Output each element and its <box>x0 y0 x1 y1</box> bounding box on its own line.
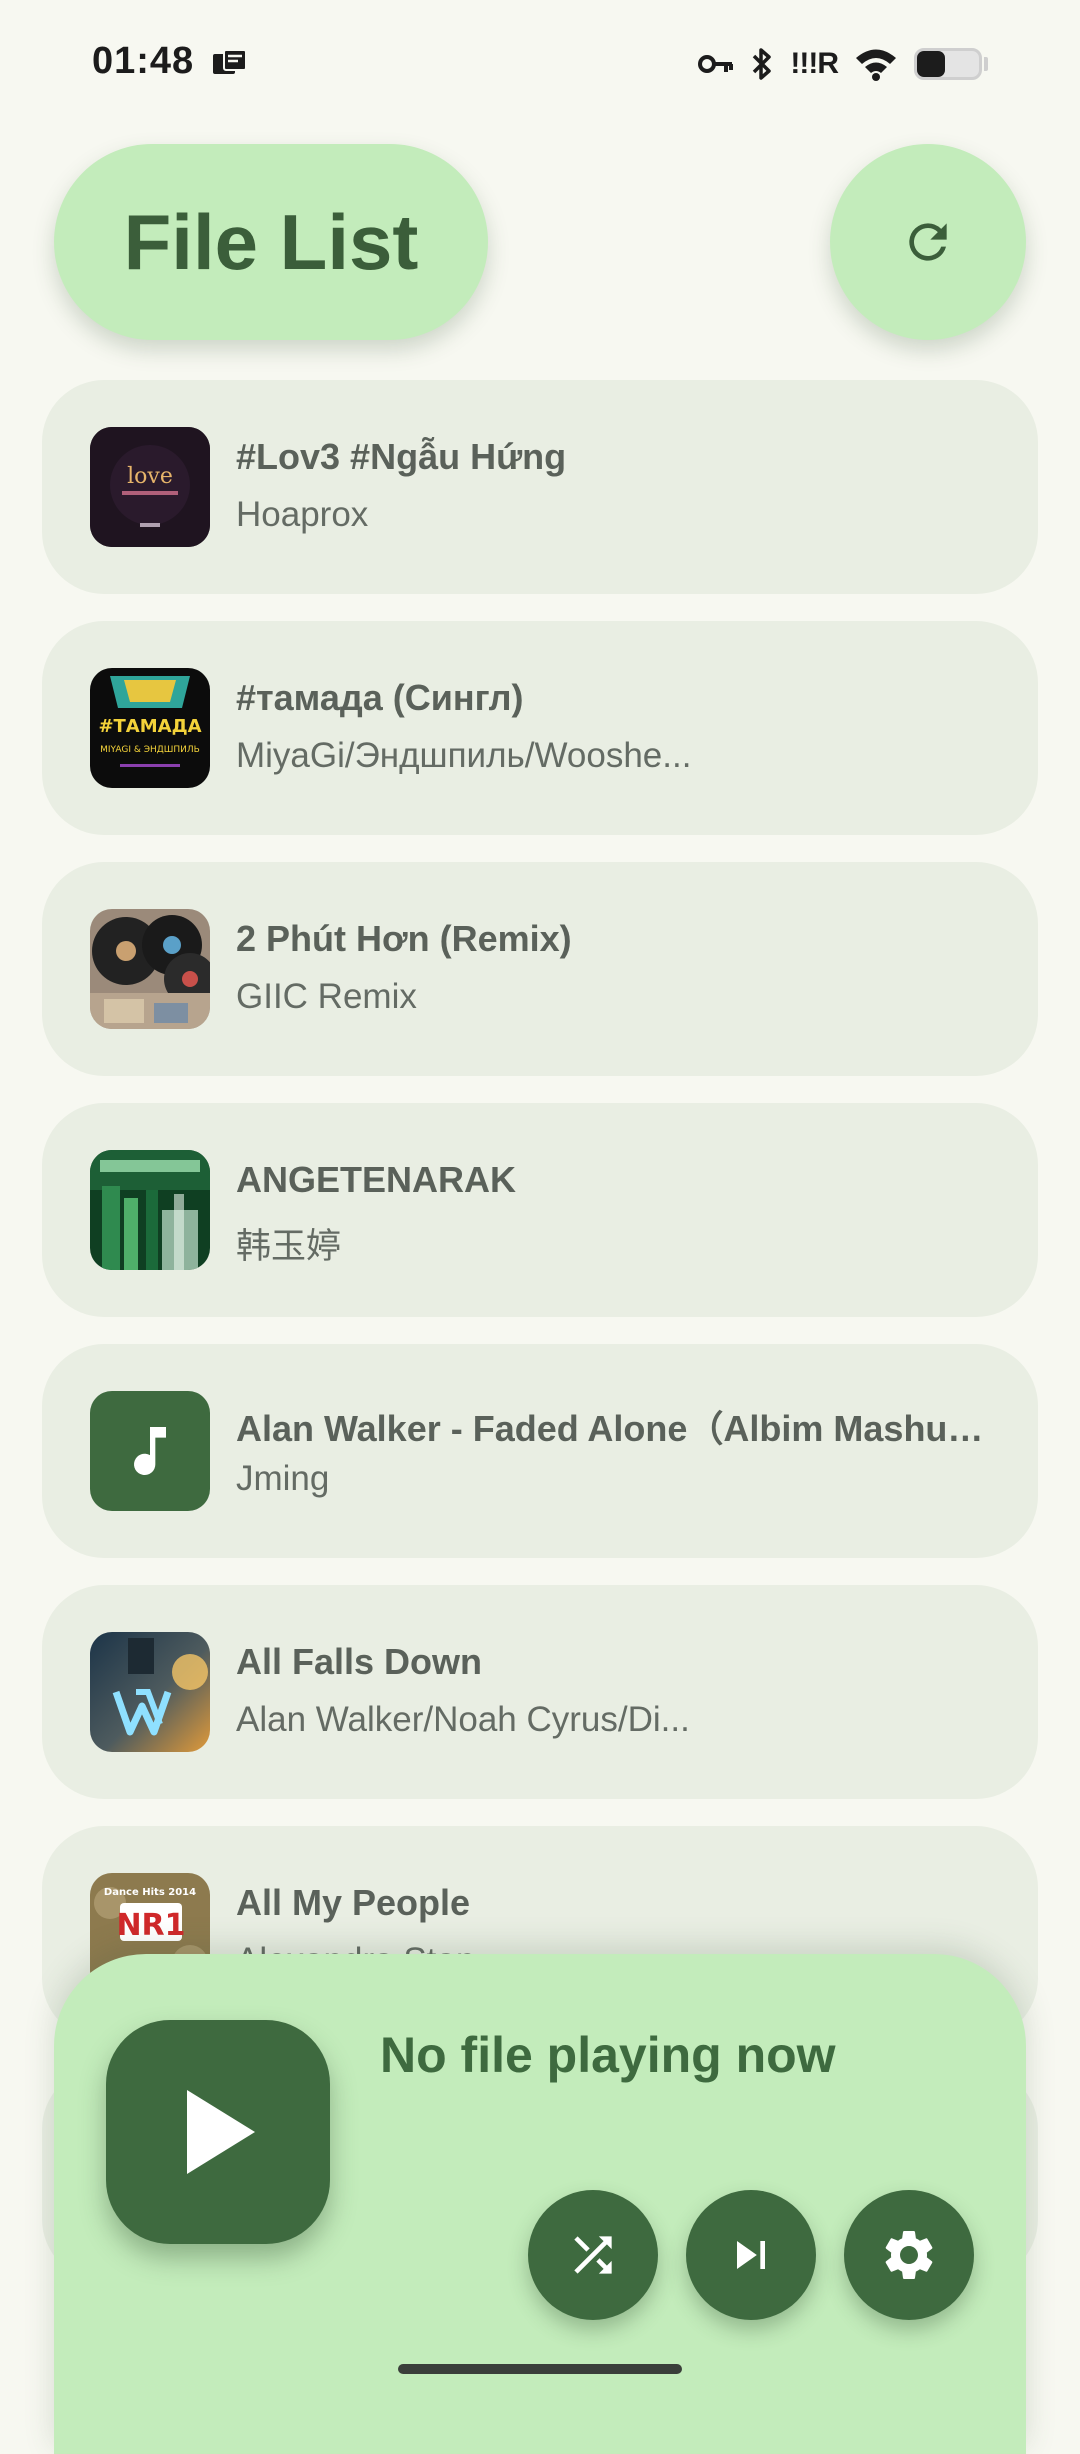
item-title: 2 Phút Hơn (Remix) <box>236 918 572 959</box>
item-title: All My People <box>236 1882 471 1923</box>
list-item[interactable]: ANGETENARAK 韩玉婷 <box>42 1103 1038 1317</box>
skip-next-icon <box>737 2241 765 2269</box>
thumb-nr1-text: NR1 <box>116 1908 185 1943</box>
page-title-pill: File List <box>54 144 488 340</box>
item-title: Alan Walker - Faded Alone（Albim Mashup .… <box>236 1408 996 1449</box>
status-icons: !!!R <box>698 44 988 84</box>
thumb-tamada-text: #ТАМАДА <box>98 716 201 737</box>
settings-icon <box>885 2231 933 2279</box>
battery-cap <box>984 57 988 71</box>
status-time: 01:48 <box>92 40 195 82</box>
album-art-tamada: #ТАМАДА MIYAGI & ЭНДШПИЛЬ <box>90 668 210 788</box>
list-item[interactable]: 2 Phút Hơn (Remix) GIIC Remix <box>42 862 1038 1076</box>
thumb-lov3-text: love <box>127 464 173 489</box>
bluetooth-icon <box>753 48 772 80</box>
list-item[interactable]: All Falls Down Alan Walker/Noah Cyrus/Di… <box>42 1585 1038 1799</box>
thumb-tamada-sub: MIYAGI & ЭНДШПИЛЬ <box>100 745 200 755</box>
item-title: #тамада (Сингл) <box>236 677 524 718</box>
item-title: All Falls Down <box>236 1641 483 1682</box>
signal-icon: !!!R <box>790 47 839 80</box>
status-bar: 01:48 !!!R <box>0 0 1080 130</box>
skip-next-button[interactable] <box>686 2190 816 2320</box>
vpn-key-icon <box>698 55 734 73</box>
player-panel: No file playing now <box>54 1954 1026 2454</box>
music-note-icon <box>90 1391 210 1511</box>
album-art-vinyl <box>90 909 210 1029</box>
home-indicator[interactable] <box>398 2364 682 2374</box>
play-icon <box>187 2090 255 2174</box>
item-title: #Lov3 #Ngẫu Hứng <box>236 436 567 477</box>
item-artist: GIIC Remix <box>236 977 417 1016</box>
shuffle-button[interactable] <box>528 2190 658 2320</box>
notification-icon <box>213 49 247 74</box>
item-artist: MiyaGi/Эндшпиль/Wooshe... <box>236 736 692 775</box>
wifi-icon <box>856 49 896 81</box>
list-item[interactable]: #ТАМАДА MIYAGI & ЭНДШПИЛЬ #тамада (Сингл… <box>42 621 1038 835</box>
battery-icon <box>914 48 982 80</box>
item-artist: Alan Walker/Noah Cyrus/Di... <box>236 1700 690 1739</box>
play-button[interactable] <box>106 2020 330 2244</box>
now-playing-text: No file playing now <box>380 2027 836 2083</box>
album-art-lov3: love <box>90 427 210 547</box>
list-item[interactable]: love #Lov3 #Ngẫu Hứng Hoaprox <box>42 380 1038 594</box>
refresh-icon <box>909 223 947 261</box>
settings-button[interactable] <box>844 2190 974 2320</box>
item-artist: 韩玉婷 <box>236 1227 342 1266</box>
refresh-button[interactable] <box>830 144 1026 340</box>
album-art-green <box>90 1150 210 1270</box>
shuffle-icon <box>574 2236 612 2274</box>
album-art-alan-walker <box>90 1632 210 1752</box>
item-artist: Jming <box>236 1459 330 1498</box>
item-artist: Hoaprox <box>236 495 369 534</box>
thumb-nr1-top: Dance Hits 2014 <box>104 1887 196 1898</box>
page-title: File List <box>123 197 419 286</box>
item-title: ANGETENARAK <box>236 1159 517 1200</box>
list-item[interactable]: Alan Walker - Faded Alone（Albim Mashup .… <box>42 1344 1038 1558</box>
